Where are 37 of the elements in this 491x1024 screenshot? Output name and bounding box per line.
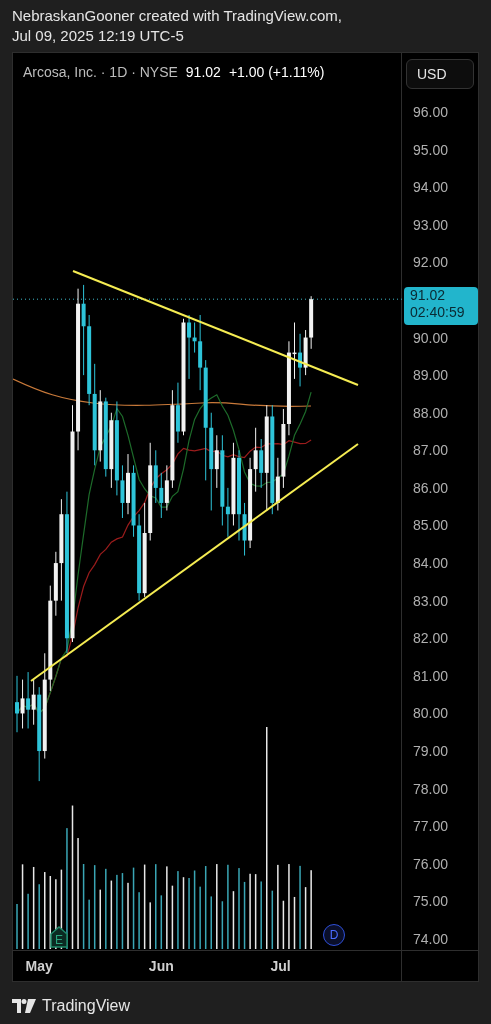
price-axis-label: 81.00 — [413, 666, 449, 685]
symbol-label: Arcosa, Inc. · 1D · NYSE — [23, 63, 178, 81]
time-axis-label: May — [25, 957, 53, 975]
price-axis-label: 79.00 — [413, 742, 449, 760]
logo-icon — [12, 999, 36, 1013]
header-text: Jul 09, 2025 12:19 UTC-5 — [12, 26, 185, 46]
price-axis-label: 94.00 — [413, 178, 449, 197]
price-axis-label: 77.00 — [413, 817, 449, 836]
time-axis-label: Jun — [148, 957, 174, 975]
price-axis-label: 85.00 — [413, 516, 449, 535]
price-axis-label: 90.00 — [413, 328, 449, 347]
price-change: +1.00 (+1.11%) — [228, 63, 325, 81]
time-axis-label: Jul — [270, 957, 291, 975]
price-axis-label: 76.00 — [413, 854, 449, 873]
dividend-marker[interactable]: D — [323, 924, 345, 946]
last-price: 91.02 — [410, 287, 447, 305]
price-value: 91.02 — [185, 63, 221, 81]
price-axis-label: 78.00 — [413, 779, 449, 798]
price-axis-label: 83.00 — [413, 591, 449, 610]
price-axis-label: 87.00 — [413, 441, 449, 460]
earnings-marker[interactable]: E — [49, 926, 69, 948]
price-axis-label: 92.00 — [413, 253, 449, 272]
countdown: 02:40:59 — [410, 304, 466, 322]
currency-button[interactable]: USD — [406, 59, 474, 89]
price-axis-label: 88.00 — [413, 403, 449, 422]
price-axis-label: 96.00 — [413, 103, 449, 121]
price-axis-label: 95.00 — [413, 140, 449, 159]
price-axis-label: 82.00 — [413, 629, 449, 648]
header-text: NebraskanGooner created with TradingView.com, — [12, 6, 343, 26]
price-axis-label: 80.00 — [413, 704, 449, 723]
price-axis-label: 93.00 — [413, 215, 449, 234]
price-axis-label: 75.00 — [413, 892, 449, 911]
brand-name: TradingView — [42, 996, 131, 1016]
price-axis-label: 84.00 — [413, 554, 449, 573]
price-axis-label: 86.00 — [413, 478, 449, 497]
price-axis-label: 89.00 — [413, 366, 449, 385]
price-axis-label: 74.00 — [413, 929, 449, 948]
